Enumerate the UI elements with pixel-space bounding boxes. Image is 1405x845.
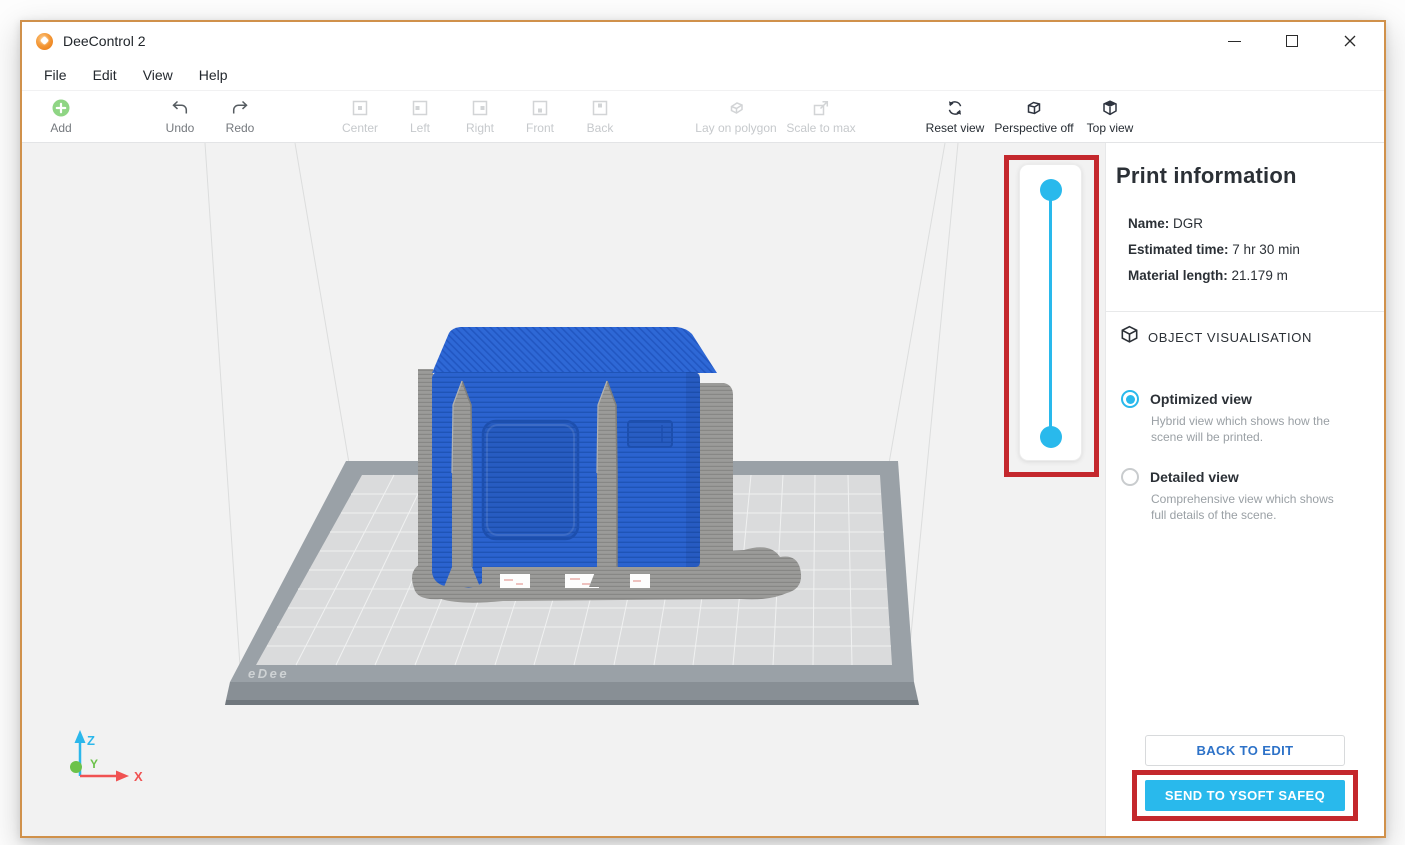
layer-range-slider[interactable] xyxy=(1019,164,1082,461)
send-to-ysoft-safeq-button[interactable]: SEND TO YSOFT SAFEQ xyxy=(1145,780,1345,811)
redo-arrow-icon xyxy=(230,97,250,119)
support-slab-left xyxy=(418,369,433,581)
add-plus-icon xyxy=(51,97,71,119)
panel-divider xyxy=(1106,311,1384,312)
perspective-cube-icon xyxy=(1024,97,1044,119)
y-axis-dot xyxy=(70,761,82,773)
print-info-fields: Name: DGR Estimated time: 7 hr 30 min Ma… xyxy=(1128,211,1384,289)
app-logo-icon xyxy=(36,33,53,50)
toolbar: Add Undo Redo Center Left xyxy=(22,90,1384,143)
top-view-cube-icon xyxy=(1100,97,1120,119)
option-detailed-view[interactable]: Detailed view Comprehensive view which s… xyxy=(1121,468,1384,523)
close-icon[interactable] xyxy=(1342,33,1358,49)
print-info-material-row: Material length: 21.179 m xyxy=(1128,263,1384,289)
radio-detailed-view[interactable] xyxy=(1121,468,1139,486)
object-visualisation-header: OBJECT VISUALISATION xyxy=(1120,325,1384,349)
maximize-icon[interactable] xyxy=(1284,33,1300,49)
app-window: DeeControl 2 File Edit View Help Add xyxy=(20,20,1386,838)
z-axis-label: Z xyxy=(87,733,95,748)
slider-handle-bottom[interactable] xyxy=(1040,426,1062,448)
print-info-panel: Print information Name: DGR Estimated ti… xyxy=(1105,143,1384,836)
menu-file[interactable]: File xyxy=(31,60,80,90)
3d-viewport[interactable]: eDee xyxy=(22,143,1105,836)
menu-bar: File Edit View Help xyxy=(22,60,1384,90)
send-button-annotation-box: SEND TO YSOFT SAFEQ xyxy=(1132,770,1358,821)
menu-edit[interactable]: Edit xyxy=(80,60,130,90)
window-controls xyxy=(1226,33,1370,49)
lay-on-polygon-icon xyxy=(726,97,746,119)
toolbar-back-button[interactable]: Back xyxy=(545,97,655,135)
reset-view-icon xyxy=(945,97,965,119)
option-optimized-view[interactable]: Optimized view Hybrid view which shows h… xyxy=(1121,390,1384,445)
slider-handle-top[interactable] xyxy=(1040,179,1062,201)
3d-scene: eDee xyxy=(22,143,1105,836)
toolbar-top-view-button[interactable]: Top view xyxy=(1055,97,1165,135)
align-back-icon xyxy=(590,97,610,119)
detailed-view-description: Comprehensive view which shows full deta… xyxy=(1151,492,1347,523)
optimized-view-description: Hybrid view which shows how the scene wi… xyxy=(1151,414,1347,445)
slider-track[interactable] xyxy=(1049,190,1052,437)
print-info-title: Print information xyxy=(1116,163,1384,189)
model-top-face xyxy=(432,327,717,373)
menu-help[interactable]: Help xyxy=(186,60,241,90)
back-to-edit-button[interactable]: BACK TO EDIT xyxy=(1145,735,1345,766)
print-info-time-row: Estimated time: 7 hr 30 min xyxy=(1128,237,1384,263)
main-content: eDee xyxy=(22,143,1384,836)
x-axis-label: X xyxy=(134,769,143,784)
cube-icon xyxy=(1120,325,1139,349)
toolbar-scale-to-max-button[interactable]: Scale to max xyxy=(766,97,876,135)
axis-indicator: Z Y X xyxy=(70,730,143,784)
model-door-recess xyxy=(483,421,578,539)
desktop: DeeControl 2 File Edit View Help Add xyxy=(0,0,1405,845)
bed-brand-label: eDee xyxy=(248,666,289,681)
radio-optimized-view[interactable] xyxy=(1121,390,1139,408)
x-axis-arrow xyxy=(116,771,129,782)
y-axis-label: Y xyxy=(90,757,98,771)
scale-to-max-icon xyxy=(811,97,831,119)
toolbar-add-button[interactable]: Add xyxy=(6,97,116,135)
window-title: DeeControl 2 xyxy=(63,33,146,49)
z-axis-arrow xyxy=(75,730,86,743)
print-info-name-row: Name: DGR xyxy=(1128,211,1384,237)
object-visualisation-title: OBJECT VISUALISATION xyxy=(1148,330,1312,345)
title-bar: DeeControl 2 xyxy=(22,22,1384,60)
toolbar-redo-button[interactable]: Redo xyxy=(185,97,295,135)
menu-view[interactable]: View xyxy=(130,60,186,90)
minimize-icon[interactable] xyxy=(1226,33,1242,49)
model-small-recess xyxy=(628,421,672,447)
